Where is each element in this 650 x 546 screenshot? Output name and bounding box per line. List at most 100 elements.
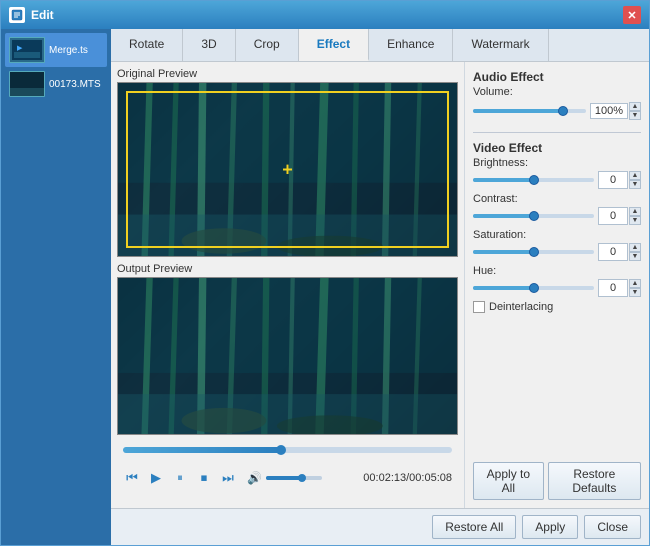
hue-fill: [473, 286, 534, 290]
audio-effect-section: Audio Effect Volume:: [473, 70, 641, 124]
play-button[interactable]: ▶: [147, 469, 165, 487]
deinterlacing-checkbox[interactable]: [473, 301, 485, 313]
volume-effect-thumb[interactable]: [558, 106, 568, 116]
original-preview-section: Original Preview: [117, 68, 458, 257]
volume-control-row: Volume:: [473, 86, 641, 98]
hue-spinners: ▲ ▼: [629, 279, 641, 297]
progress-thumb[interactable]: [276, 445, 286, 455]
stop-button[interactable]: ⏹: [195, 469, 213, 487]
brightness-thumb[interactable]: [529, 175, 539, 185]
controls-bar: ⏮ ▶ ⏸ ⏹ ⏭ 🔊 00:02:13/00:05:08: [117, 465, 458, 491]
volume-area: 🔊: [247, 471, 322, 485]
tab-bar: Rotate 3D Crop Effect Enhance Watermark: [111, 29, 649, 62]
content-area: ▶ Merge.ts 00173.MTS Rotate 3D Crop Effe…: [1, 29, 649, 545]
volume-value: 100%: [590, 103, 628, 119]
hue-slider-container: [473, 281, 594, 295]
tab-crop[interactable]: Crop: [236, 29, 299, 61]
saturation-thumb[interactable]: [529, 247, 539, 257]
hue-thumb[interactable]: [529, 283, 539, 293]
saturation-label-row: Saturation:: [473, 229, 641, 241]
saturation-up[interactable]: ▲: [629, 243, 641, 252]
title-bar-left: Edit: [9, 7, 54, 23]
hue-track[interactable]: [473, 286, 594, 290]
hue-value[interactable]: [598, 279, 628, 297]
original-video-placeholder: +: [118, 83, 457, 256]
brightness-slider-row: ▲ ▼: [473, 171, 641, 189]
saturation-track[interactable]: [473, 250, 594, 254]
close-button[interactable]: ✕: [623, 6, 641, 24]
hue-down[interactable]: ▼: [629, 288, 641, 297]
volume-up-arrow[interactable]: ▲: [629, 102, 641, 111]
hue-label: Hue:: [473, 265, 543, 277]
section-divider-1: [473, 132, 641, 133]
contrast-track[interactable]: [473, 214, 594, 218]
volume-effect-track[interactable]: [473, 109, 586, 113]
saturation-down[interactable]: ▼: [629, 252, 641, 261]
volume-slider[interactable]: [266, 476, 322, 480]
deinterlacing-label: Deinterlacing: [489, 301, 553, 313]
original-video-frame: +: [117, 82, 458, 257]
original-preview-label: Original Preview: [117, 68, 458, 80]
sidebar-item-file[interactable]: 00173.MTS: [5, 67, 107, 101]
brightness-label: Brightness:: [473, 157, 543, 169]
contrast-thumb[interactable]: [529, 211, 539, 221]
time-display: 00:02:13/00:05:08: [363, 472, 452, 484]
saturation-slider-row: ▲ ▼: [473, 243, 641, 261]
merge-thumb: ▶: [9, 37, 45, 63]
file-thumb: [9, 71, 45, 97]
contrast-value[interactable]: [598, 207, 628, 225]
apply-restore-row: Apply to All Restore Defaults: [473, 454, 641, 500]
volume-spinners: ▲ ▼: [629, 102, 641, 120]
brightness-label-row: Brightness:: [473, 157, 641, 169]
brightness-down[interactable]: ▼: [629, 180, 641, 189]
brightness-up[interactable]: ▲: [629, 171, 641, 180]
skip-back-button[interactable]: ⏮: [123, 469, 141, 487]
progress-fill: [123, 447, 281, 453]
contrast-up[interactable]: ▲: [629, 207, 641, 216]
progress-track[interactable]: [123, 447, 452, 453]
output-preview-section: Output Preview: [117, 263, 458, 435]
close-dialog-button[interactable]: Close: [584, 515, 641, 539]
progress-bar-area: [117, 441, 458, 459]
title-bar: Edit ✕: [1, 1, 649, 29]
brightness-fill: [473, 178, 534, 182]
hue-up[interactable]: ▲: [629, 279, 641, 288]
output-video-placeholder: [118, 278, 457, 434]
volume-icon: 🔊: [247, 471, 262, 485]
apply-to-all-button[interactable]: Apply to All: [473, 462, 544, 500]
contrast-fill: [473, 214, 534, 218]
contrast-slider-container: [473, 209, 594, 223]
volume-effect-fill: [473, 109, 563, 113]
main-panel: Rotate 3D Crop Effect Enhance Watermark …: [111, 29, 649, 545]
tab-3d[interactable]: 3D: [183, 29, 235, 61]
volume-slider-row: 100% ▲ ▼: [473, 102, 641, 120]
brightness-value[interactable]: [598, 171, 628, 189]
contrast-down[interactable]: ▼: [629, 216, 641, 225]
sidebar-item-merge[interactable]: ▶ Merge.ts: [5, 33, 107, 67]
saturation-fill: [473, 250, 534, 254]
pause-button[interactable]: ⏸: [171, 469, 189, 487]
tab-rotate[interactable]: Rotate: [111, 29, 183, 61]
volume-down-arrow[interactable]: ▼: [629, 111, 641, 120]
volume-fill: [266, 476, 302, 480]
video-panels: Original Preview: [111, 62, 464, 508]
brightness-spinners: ▲ ▼: [629, 171, 641, 189]
brightness-track[interactable]: [473, 178, 594, 182]
apply-button[interactable]: Apply: [522, 515, 578, 539]
tab-watermark[interactable]: Watermark: [453, 29, 548, 61]
tab-enhance[interactable]: Enhance: [369, 29, 453, 61]
edit-window: Edit ✕ ▶ Merge.ts 00173.MTS Rota: [0, 0, 650, 546]
deinterlacing-row: Deinterlacing: [473, 301, 641, 313]
tab-effect[interactable]: Effect: [299, 29, 369, 61]
effects-panel: Audio Effect Volume:: [464, 62, 649, 508]
video-effect-title: Video Effect: [473, 141, 641, 155]
restore-all-button[interactable]: Restore All: [432, 515, 516, 539]
volume-thumb[interactable]: [298, 474, 306, 482]
saturation-value[interactable]: [598, 243, 628, 261]
restore-defaults-button[interactable]: Restore Defaults: [548, 462, 641, 500]
app-icon: [9, 7, 25, 23]
file-filename: 00173.MTS: [49, 79, 101, 90]
hue-label-row: Hue:: [473, 265, 641, 277]
brightness-slider-container: [473, 173, 594, 187]
skip-forward-button[interactable]: ⏭: [219, 469, 237, 487]
